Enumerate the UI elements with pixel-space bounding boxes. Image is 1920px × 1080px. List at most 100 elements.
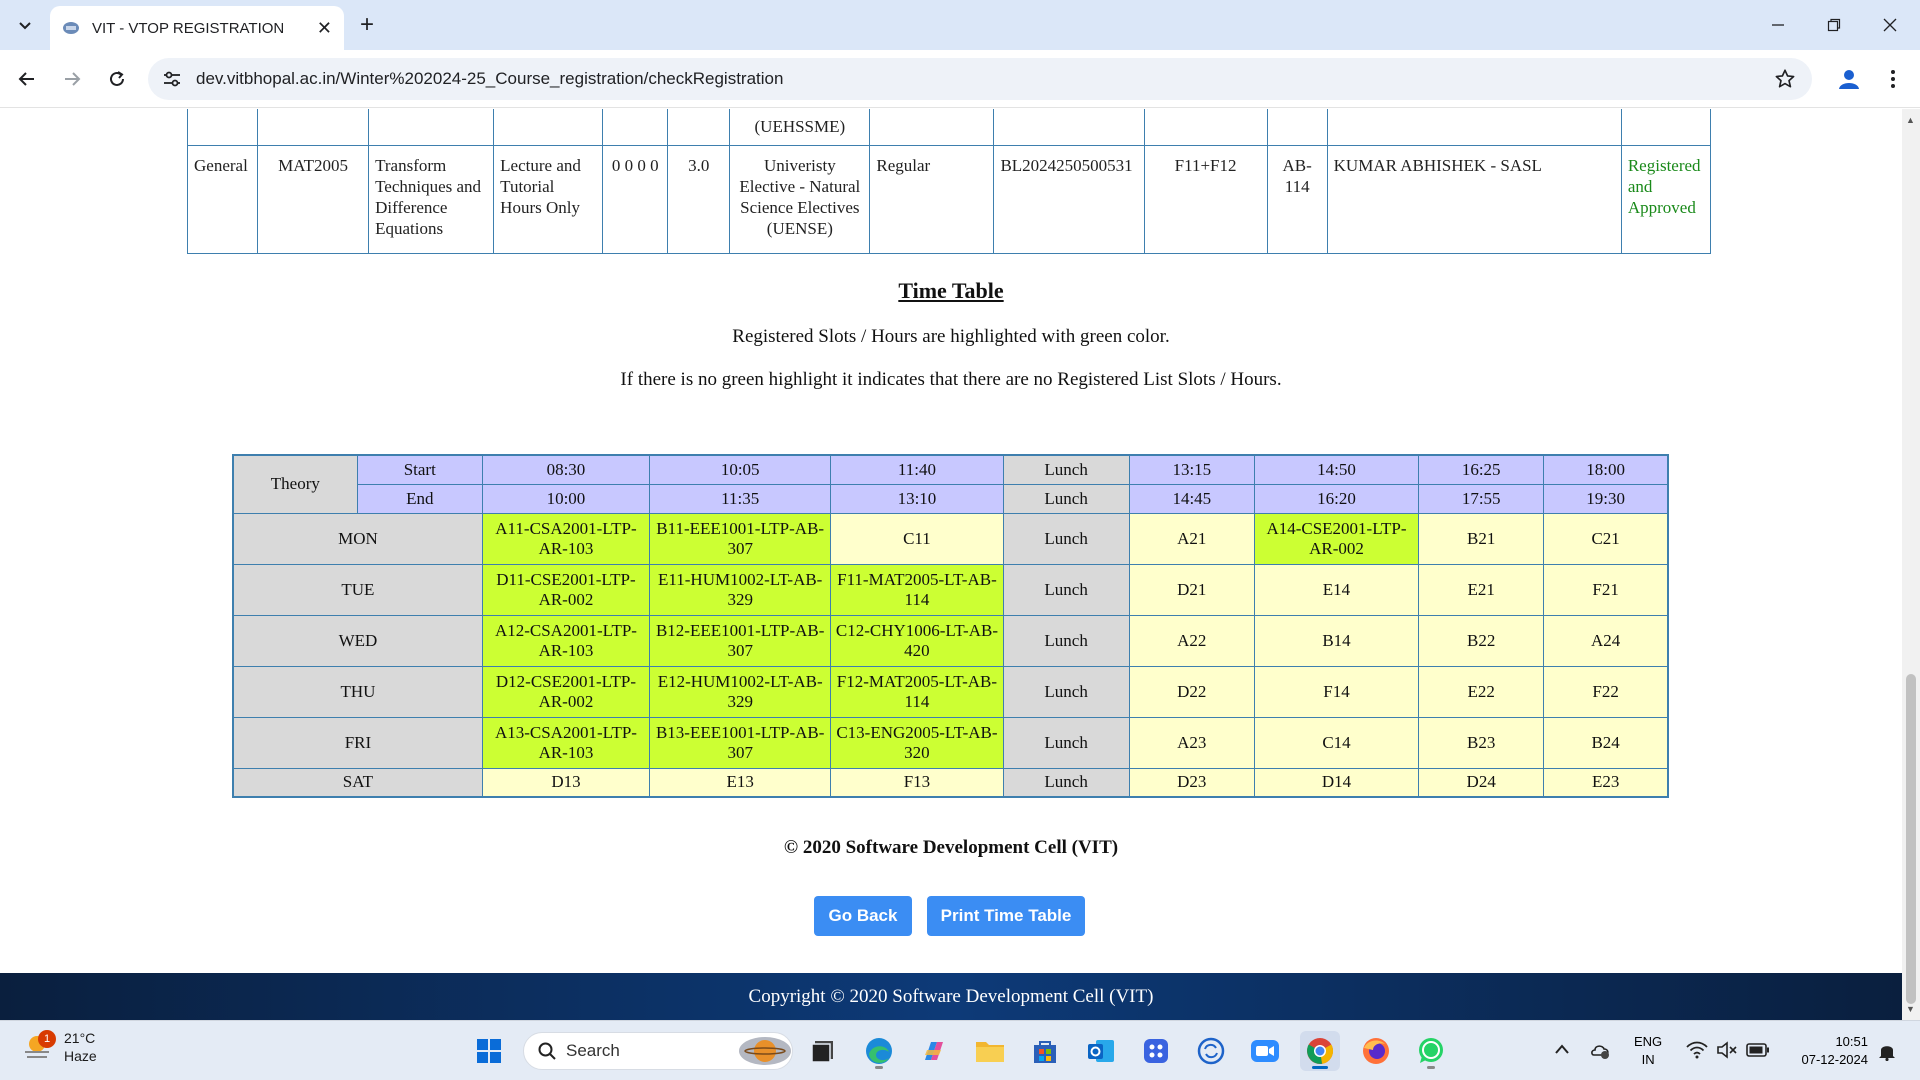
slot-cell: C13-ENG2005-LT-AB-320 — [830, 716, 1004, 769]
task-view-icon — [811, 1041, 833, 1063]
start-button[interactable] — [469, 1031, 509, 1071]
timetable-note: Registered Slots / Hours are highlighted… — [732, 326, 1170, 347]
browser-toolbar: dev.vitbhopal.ac.in/Winter%202024-25_Cou… — [0, 50, 1920, 108]
new-tab-button[interactable]: + — [352, 10, 382, 40]
table-cell — [186, 109, 259, 146]
credits-cell: 3.0 — [667, 145, 731, 254]
table-cell — [1143, 109, 1268, 146]
chevron-up-icon[interactable] — [1554, 1043, 1570, 1055]
reload-button[interactable] — [100, 62, 134, 96]
ltpjc-cell: 0 0 0 0 — [602, 145, 669, 254]
end-time-cell: 16:20 — [1253, 483, 1420, 514]
url-text[interactable]: dev.vitbhopal.ac.in/Winter%202024-25_Cou… — [196, 69, 783, 89]
app-grid-icon — [1144, 1039, 1168, 1063]
battery-icon[interactable] — [1746, 1043, 1770, 1057]
wifi-icon[interactable] — [1686, 1041, 1708, 1059]
speaker-muted-icon[interactable] — [1716, 1041, 1738, 1059]
slot-cell: D13 — [481, 767, 651, 798]
timetable-start-row: Theory Start 08:30 10:05 11:40 Lunch 13:15 14… — [232, 454, 1669, 514]
restore-button[interactable] — [1814, 6, 1854, 44]
slot-cell: A12-CSA2001-LTP-AR-103 — [481, 614, 651, 667]
file-explorer-button[interactable] — [970, 1031, 1010, 1071]
lunch-cell: Lunch — [1002, 563, 1130, 616]
edge-button[interactable] — [859, 1031, 899, 1071]
status-cell: Registered and Approved — [1620, 145, 1712, 254]
timetable-heading: Time Table — [898, 278, 1004, 303]
close-window-button[interactable] — [1870, 6, 1910, 44]
browser-menu-button[interactable] — [1876, 62, 1910, 96]
scroll-down-icon[interactable]: ▼ — [1906, 1004, 1915, 1014]
table-cell — [493, 109, 604, 146]
close-icon — [1883, 18, 1897, 32]
weather-widget[interactable]: 21°C Haze — [22, 1029, 97, 1065]
table-cell — [602, 109, 669, 146]
tab-close-icon[interactable]: ✕ — [317, 18, 332, 39]
timetable-day-row: WED A12-CSA2001-LTP-AR-103 B12-EEE1001-LTP… — [232, 614, 1669, 667]
site-info-icon[interactable] — [162, 69, 182, 89]
slot-cell: E11-HUM1002-LT-AB-329 — [649, 563, 832, 616]
copilot-button[interactable] — [914, 1031, 954, 1071]
timetable-note: If there is no green highlight it indica… — [620, 369, 1282, 390]
scroll-up-icon[interactable]: ▲ — [1906, 115, 1915, 125]
go-back-button[interactable]: Go Back — [814, 896, 912, 936]
clock-date: 07-12-2024 — [1801, 1052, 1869, 1067]
store-icon — [1034, 1041, 1056, 1063]
browser-tab[interactable]: VIT - VTOP REGISTRATION ✕ — [50, 6, 344, 50]
address-bar[interactable]: dev.vitbhopal.ac.in/Winter%202024-25_Cou… — [148, 58, 1812, 100]
store-button[interactable] — [1025, 1031, 1065, 1071]
scrollbar-thumb[interactable] — [1906, 674, 1916, 1004]
language-indicator[interactable]: ENG IN — [1634, 1033, 1662, 1069]
taskbar-clock[interactable]: 10:51 07-12-2024 — [1780, 1033, 1869, 1069]
course-category-cell: Univeristy Elective - Natural Science El… — [729, 145, 871, 254]
forward-button[interactable] — [55, 62, 89, 96]
lunch-cell: Lunch — [1002, 716, 1130, 769]
timetable-end-row: End 10:00 11:35 13:10 Lunch 14:45 16:20 17:55 1… — [233, 483, 1669, 514]
language-code: ENG — [1634, 1034, 1663, 1049]
minimize-button[interactable] — [1758, 6, 1798, 44]
vertical-scrollbar[interactable]: ▲ ▼ — [1902, 109, 1920, 1020]
notification-bell-icon[interactable] — [1878, 1041, 1896, 1061]
cloud-network-icon[interactable] — [1590, 1041, 1612, 1061]
print-timetable-button[interactable]: Print Time Table — [927, 896, 1085, 936]
slot-cell: A24 — [1543, 614, 1669, 667]
registered-courses-table: (UEHSSME) General MAT2005 Transform Tech… — [186, 109, 1712, 254]
outlook-button[interactable] — [1081, 1031, 1121, 1071]
chrome-button[interactable] — [1300, 1031, 1340, 1071]
running-indicator — [1427, 1066, 1435, 1069]
task-view-button[interactable] — [803, 1031, 843, 1071]
day-label: FRI — [232, 716, 483, 769]
class-number-cell: BL2024250500531 — [993, 145, 1145, 254]
whatsapp-button[interactable] — [1411, 1031, 1451, 1071]
day-label: WED — [232, 614, 483, 667]
course-mode-cell: Regular — [869, 145, 995, 254]
tab-search-button[interactable] — [8, 8, 42, 42]
day-label: THU — [232, 665, 483, 718]
slot-cell: E14 — [1253, 563, 1420, 616]
table-cell — [368, 109, 495, 146]
slot-cell: E22 — [1418, 665, 1545, 718]
end-time-cell: 19:30 — [1543, 483, 1669, 514]
reload-icon — [110, 71, 124, 86]
slot-cell: A23 — [1128, 716, 1255, 769]
app-button[interactable] — [1136, 1031, 1176, 1071]
sync-app-button[interactable] — [1191, 1031, 1231, 1071]
bookmark-star-icon[interactable] — [1774, 68, 1796, 90]
end-time-cell: 14:45 — [1128, 483, 1255, 514]
zoom-button[interactable] — [1245, 1031, 1285, 1071]
back-button[interactable] — [10, 62, 44, 96]
firefox-button[interactable] — [1356, 1031, 1396, 1071]
slot-cell: C14 — [1253, 716, 1420, 769]
taskbar-search-box[interactable]: Search — [523, 1032, 793, 1070]
lunch-cell: Lunch — [1002, 665, 1130, 718]
arrow-left-icon — [18, 72, 34, 86]
slot-cell: F13 — [830, 767, 1004, 798]
end-time-cell: 13:10 — [830, 483, 1004, 514]
arrow-right-icon — [65, 72, 81, 86]
slot-cell: B24 — [1543, 716, 1669, 769]
search-highlight-icon — [739, 1037, 791, 1065]
running-indicator — [875, 1066, 883, 1069]
windows-taskbar: 21°C Haze 1 Search ENG IN 10:51 07-12-20… — [0, 1020, 1920, 1080]
start-time-cell: Lunch — [1002, 454, 1130, 485]
profile-button[interactable] — [1832, 62, 1866, 96]
slot-cell: F22 — [1543, 665, 1669, 718]
